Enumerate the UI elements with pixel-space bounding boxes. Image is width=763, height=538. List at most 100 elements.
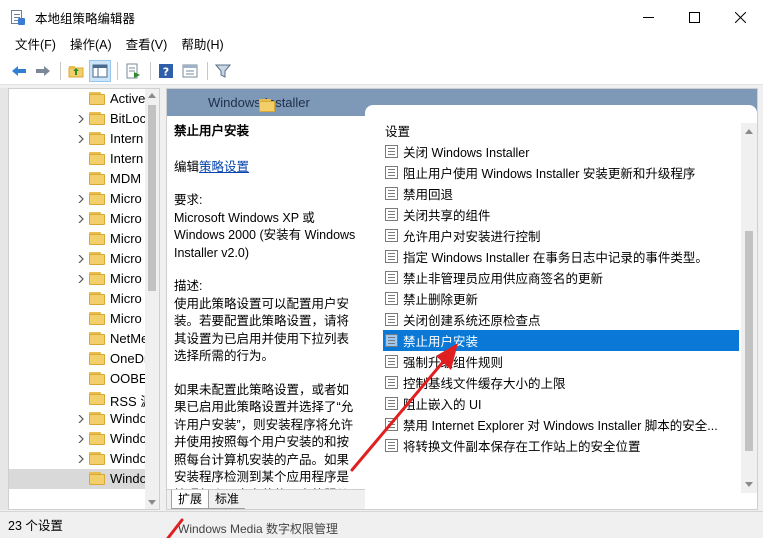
scroll-up-arrow-icon[interactable]	[148, 93, 156, 98]
policy-setting-item[interactable]: 允许用户对安装进行控制	[383, 225, 739, 246]
chevron-right-icon[interactable]	[75, 129, 87, 149]
menu-action[interactable]: 操作(A)	[63, 34, 119, 57]
tree-item[interactable]: Windo	[9, 409, 149, 429]
help-button[interactable]: ?	[155, 60, 177, 82]
policy-setting-item[interactable]: 禁止删除更新	[383, 288, 739, 309]
tree-scrollbar[interactable]	[145, 89, 159, 509]
tree-item-label: Micro	[110, 211, 142, 226]
policy-setting-icon	[385, 187, 398, 200]
tree-item-label: Windo	[110, 471, 147, 486]
settings-list: 设置 关闭 Windows Installer 阻止用户使用 Windows In…	[365, 105, 757, 493]
scroll-down-arrow-icon[interactable]	[745, 482, 753, 487]
edit-policy-setting-link[interactable]: 策略设置	[199, 160, 249, 174]
chevron-right-icon[interactable]	[75, 269, 87, 289]
folder-icon	[89, 272, 105, 285]
chevron-right-icon[interactable]	[75, 249, 87, 269]
properties-button[interactable]	[179, 60, 201, 82]
folder-icon	[89, 232, 105, 245]
tree-item[interactable]: OOBE	[9, 369, 149, 389]
tree-item[interactable]: NetMe	[9, 329, 149, 349]
policy-setting-item[interactable]: 禁止非管理员应用供应商签名的更新	[383, 267, 739, 288]
column-header-setting[interactable]: 设置	[385, 121, 410, 140]
tab-extended[interactable]: 扩展	[171, 490, 210, 509]
tree-item[interactable]: Micro	[9, 309, 149, 329]
tree-item[interactable]: Active	[9, 89, 149, 109]
scroll-up-arrow-icon[interactable]	[745, 129, 753, 134]
policy-requirements: 要求: Microsoft Windows XP 或 Windows 2000 …	[174, 193, 356, 260]
policy-setting-item[interactable]: 禁止用户安装	[383, 330, 739, 351]
tree-item[interactable]: Windo	[9, 469, 149, 489]
tree-item[interactable]: Micro	[9, 229, 149, 249]
forward-arrow-icon	[36, 65, 50, 76]
minimize-icon	[642, 16, 654, 18]
folder-icon	[89, 212, 105, 225]
policy-setting-item[interactable]: 禁用 Internet Explorer 对 Windows Installer…	[383, 414, 739, 435]
chevron-right-icon[interactable]	[75, 189, 87, 209]
tree-item[interactable]: BitLoc	[9, 109, 149, 129]
policy-setting-icon	[385, 292, 398, 305]
menu-view[interactable]: 查看(V)	[119, 34, 175, 57]
tree-item-label: Windo	[110, 431, 147, 446]
scroll-thumb[interactable]	[745, 231, 753, 451]
policy-setting-label: 关闭共享的组件	[403, 209, 491, 223]
folder-icon	[89, 172, 105, 185]
policy-setting-icon	[385, 355, 398, 368]
policy-setting-item[interactable]: 指定 Windows Installer 在事务日志中记录的事件类型。	[383, 246, 739, 267]
tree-item[interactable]: MDM	[9, 169, 149, 189]
policy-setting-icon	[385, 166, 398, 179]
policy-setting-item[interactable]: 禁用回退	[383, 183, 739, 204]
policy-setting-item[interactable]: 关闭创建系统还原检查点	[383, 309, 739, 330]
tree-item[interactable]: Micro	[9, 209, 149, 229]
chevron-right-icon[interactable]	[75, 429, 87, 449]
tree-item-label: NetMe	[110, 331, 149, 346]
folder-icon	[89, 312, 105, 325]
policy-setting-item[interactable]: 阻止嵌入的 UI	[383, 393, 739, 414]
tree-item[interactable]: Micro	[9, 269, 149, 289]
close-button[interactable]	[717, 0, 763, 34]
settings-list-scrollbar[interactable]	[741, 123, 757, 493]
tab-standard[interactable]: 标准	[209, 490, 246, 509]
policy-setting-item[interactable]: 阻止用户使用 Windows Installer 安装更新和升级程序	[383, 162, 739, 183]
tree-item-label: Micro	[110, 251, 142, 266]
policy-description: 描述: 使用此策略设置可以配置用户安装。若要配置此策略设置，请将其设置为已启用并…	[174, 279, 350, 363]
extended-description-panel: 禁止用户安装 编辑策略设置 要求: Microsoft Windows XP 或…	[167, 116, 365, 490]
folder-icon	[89, 392, 105, 405]
tree-item[interactable]: Micro	[9, 249, 149, 269]
tree-item[interactable]: Intern	[9, 129, 149, 149]
chevron-right-icon[interactable]	[75, 209, 87, 229]
tree-item[interactable]: Windo	[9, 429, 149, 449]
policy-setting-item[interactable]: 控制基线文件缓存大小的上限	[383, 372, 739, 393]
policy-setting-icon	[385, 145, 398, 158]
up-one-level-button[interactable]	[65, 60, 87, 82]
policy-setting-item[interactable]: 将转换文件副本保存在工作站上的安全位置	[383, 435, 739, 456]
menu-help[interactable]: 帮助(H)	[174, 34, 230, 57]
scroll-thumb[interactable]	[148, 105, 156, 291]
forward-button[interactable]	[32, 60, 54, 82]
maximize-button[interactable]	[671, 0, 717, 34]
tree-item[interactable]: Micro	[9, 289, 149, 309]
show-hide-console-tree-button[interactable]	[89, 59, 111, 82]
tree-item[interactable]: Intern	[9, 149, 149, 169]
scroll-down-arrow-icon[interactable]	[148, 500, 156, 505]
policy-setting-label: 禁用 Internet Explorer 对 Windows Installer…	[403, 419, 718, 433]
properties-icon	[182, 64, 198, 77]
console-tree[interactable]: Active BitLoc Intern Intern MDM Micro Micro Mic…	[8, 88, 160, 510]
tree-item[interactable]: Micro	[9, 189, 149, 209]
export-list-button[interactable]	[122, 60, 144, 82]
policy-setting-item[interactable]: 关闭 Windows Installer	[383, 141, 739, 162]
svg-text:?: ?	[163, 65, 169, 78]
tree-item[interactable]: RSS 源	[9, 389, 153, 409]
policy-setting-label: 将转换文件副本保存在工作站上的安全位置	[403, 440, 641, 454]
policy-setting-item[interactable]: 关闭共享的组件	[383, 204, 739, 225]
folder-icon	[259, 99, 275, 112]
chevron-right-icon[interactable]	[75, 409, 87, 429]
back-button[interactable]	[8, 60, 30, 82]
policy-setting-item[interactable]: 强制升级组件规则	[383, 351, 739, 372]
chevron-right-icon[interactable]	[75, 109, 87, 129]
chevron-right-icon[interactable]	[75, 449, 87, 469]
menu-file[interactable]: 文件(F)	[8, 34, 63, 57]
filter-button[interactable]	[212, 60, 234, 82]
tree-item[interactable]: OneDr	[9, 349, 149, 369]
tree-item[interactable]: Windo	[9, 449, 149, 469]
minimize-button[interactable]	[625, 0, 671, 34]
